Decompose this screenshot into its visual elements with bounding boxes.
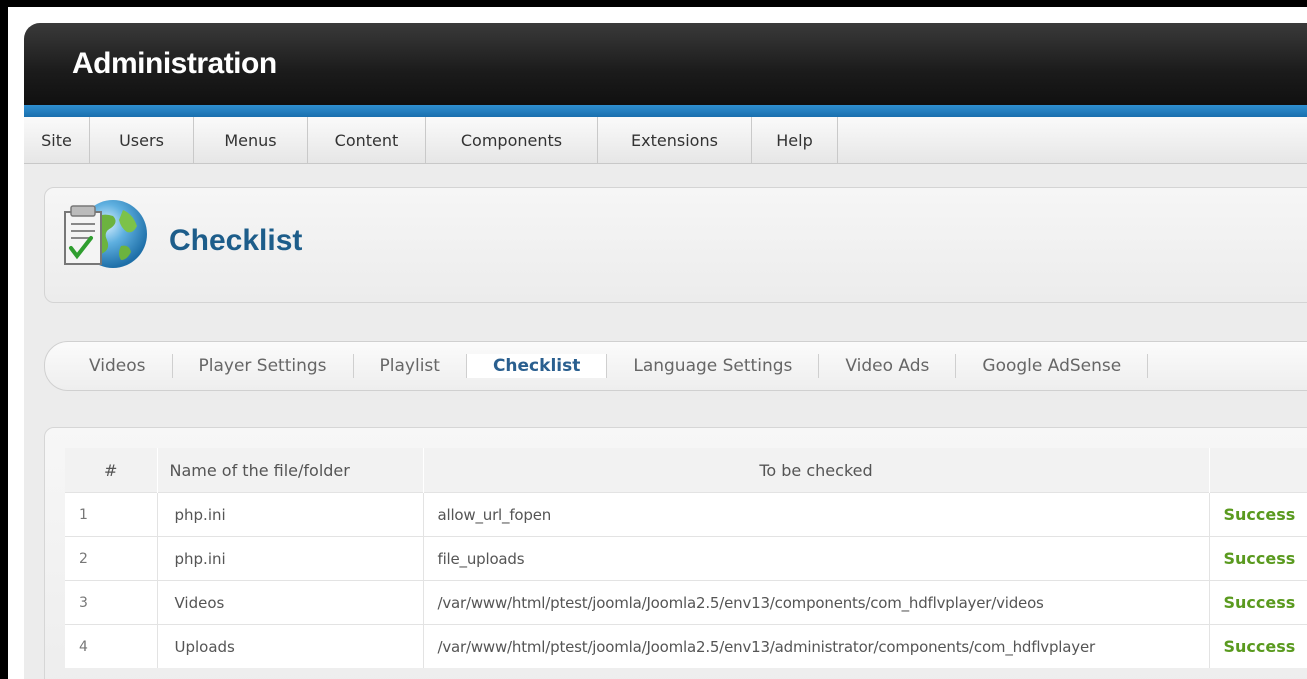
row-name: php.ini [157, 492, 424, 537]
window-frame: Administration Site Users Menus Content … [8, 7, 1307, 679]
component-tabs: Videos Player Settings Playlist Checklis… [44, 341, 1307, 391]
row-check-item: /var/www/html/ptest/joomla/Joomla2.5/env… [423, 580, 1210, 625]
row-number: 1 [65, 492, 158, 537]
menu-item-components[interactable]: Components [426, 117, 598, 163]
tab-language-settings[interactable]: Language Settings [607, 354, 820, 378]
checklist-table: # Name of the file/folder To be checked … [65, 448, 1307, 668]
row-number: 2 [65, 536, 158, 581]
page-title-box: Checklist [44, 187, 1307, 303]
table-row: 4 Uploads /var/www/html/ptest/joomla/Joo… [65, 624, 1307, 668]
tab-playlist[interactable]: Playlist [354, 354, 467, 378]
admin-shell: Administration Site Users Menus Content … [24, 23, 1307, 679]
header-accent-bar [24, 105, 1307, 117]
column-header-name: Name of the file/folder [157, 448, 424, 493]
table-row: 3 Videos /var/www/html/ptest/joomla/Joom… [65, 580, 1307, 625]
table-row: 1 php.ini allow_url_fopen Success [65, 492, 1307, 537]
tab-player-settings[interactable]: Player Settings [173, 354, 354, 378]
header-title: Administration [72, 47, 277, 80]
row-status: Success [1209, 624, 1307, 668]
main-menu-bar: Site Users Menus Content Components Exte… [24, 117, 1307, 164]
menu-item-content[interactable]: Content [308, 117, 426, 163]
row-check-item: file_uploads [423, 536, 1210, 581]
menu-item-site[interactable]: Site [24, 117, 90, 163]
column-header-status [1209, 448, 1307, 493]
column-header-number: # [65, 448, 158, 493]
row-number: 4 [65, 624, 158, 668]
row-check-item: allow_url_fopen [423, 492, 1210, 537]
row-status: Success [1209, 536, 1307, 581]
row-status: Success [1209, 580, 1307, 625]
table-header-row: # Name of the file/folder To be checked [65, 448, 1307, 493]
row-name: Videos [157, 580, 424, 625]
page-title: Checklist [169, 224, 303, 257]
tab-google-adsense[interactable]: Google AdSense [956, 354, 1149, 378]
menu-item-menus[interactable]: Menus [194, 117, 308, 163]
tab-videos[interactable]: Videos [73, 354, 173, 378]
row-check-item: /var/www/html/ptest/joomla/Joomla2.5/env… [423, 624, 1210, 668]
admin-header: Administration [24, 23, 1307, 105]
row-status: Success [1209, 492, 1307, 537]
row-name: php.ini [157, 536, 424, 581]
menu-item-extensions[interactable]: Extensions [598, 117, 752, 163]
menu-item-users[interactable]: Users [90, 117, 194, 163]
table-row: 2 php.ini file_uploads Success [65, 536, 1307, 581]
checklist-table-box: # Name of the file/folder To be checked … [44, 427, 1307, 679]
column-header-to-be-checked: To be checked [423, 448, 1210, 493]
checklist-globe-icon [61, 198, 151, 276]
row-number: 3 [65, 580, 158, 625]
row-name: Uploads [157, 624, 424, 668]
tab-video-ads[interactable]: Video Ads [819, 354, 957, 378]
menu-item-help[interactable]: Help [752, 117, 838, 163]
tab-checklist[interactable]: Checklist [466, 354, 608, 378]
